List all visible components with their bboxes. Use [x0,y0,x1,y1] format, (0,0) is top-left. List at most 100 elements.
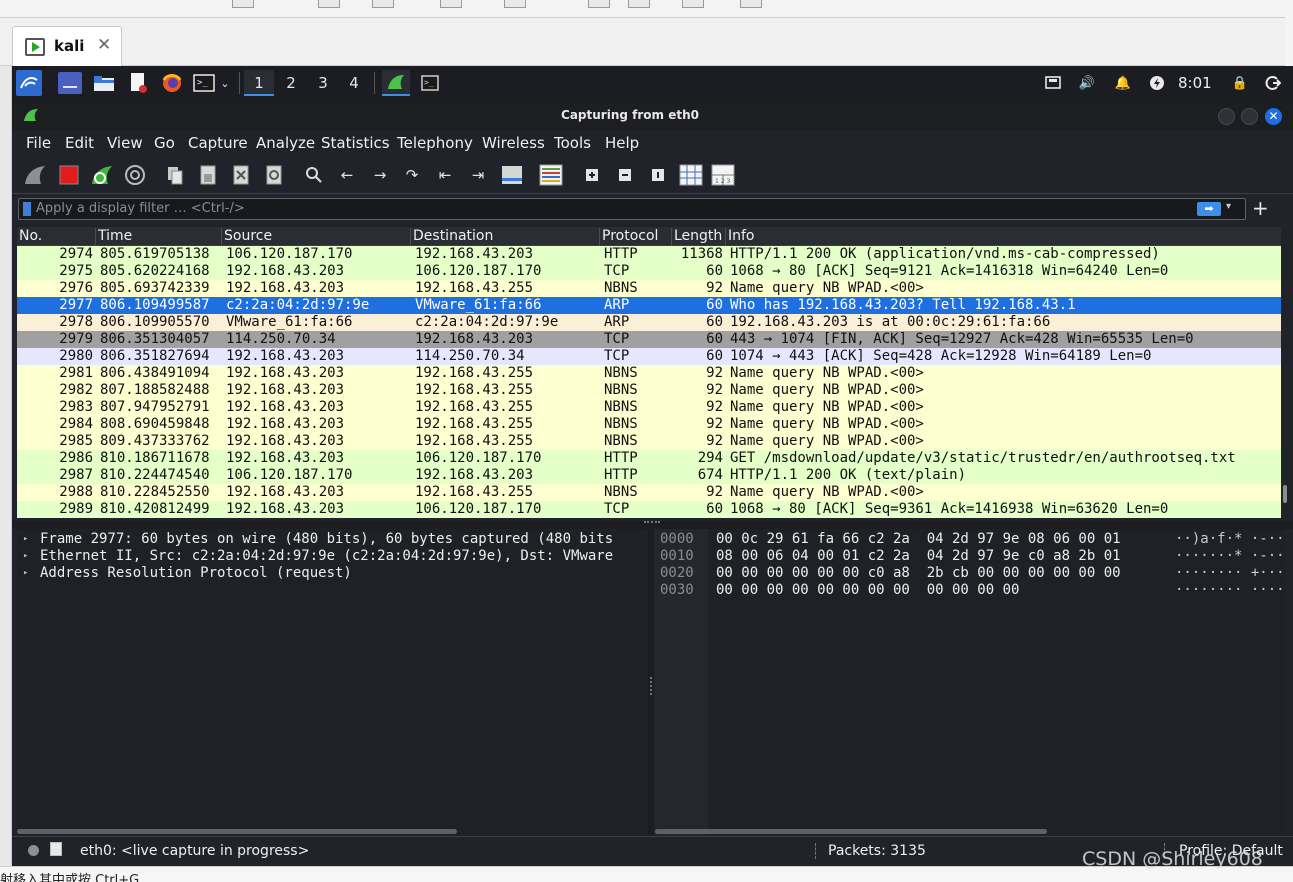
window-titlebar[interactable]: Capturing from eth0 ✕ [12,100,1293,130]
start-capture-icon[interactable] [22,162,48,188]
column-no[interactable]: No. [17,228,42,246]
autoscroll-icon[interactable] [499,162,525,188]
packet-row[interactable]: 2975 805.620224168 192.168.43.203 106.120.1… [17,263,1281,280]
packet-row[interactable]: 2983 807.947952791 192.168.43.203 192.168.4… [17,399,1281,416]
kali-menu-icon[interactable] [16,70,42,96]
packet-row[interactable]: 2980 806.351827694 192.168.43.203 114.250.7… [17,348,1281,365]
chevron-down-icon[interactable]: ⌄ [218,72,232,94]
pane-splitter[interactable] [12,521,1293,529]
add-filter-button[interactable]: + [1252,196,1269,220]
menu-view[interactable]: View [107,134,143,152]
panel-clock[interactable]: 8:01 [1178,74,1212,92]
expand-arrow-icon[interactable]: ▸ [23,531,28,548]
host-tool-icon[interactable] [232,0,254,8]
splitter-grip[interactable] [650,677,652,695]
packet-row[interactable]: 2985 809.437333762 192.168.43.203 192.168.4… [17,433,1281,450]
packet-row[interactable]: 2981 806.438491094 192.168.43.203 192.168.4… [17,365,1281,382]
menu-wireless[interactable]: Wireless [482,134,545,152]
host-tool-icon[interactable] [740,0,762,8]
terminal-icon[interactable]: >_ [192,72,216,94]
close-file-icon[interactable] [228,162,254,188]
host-tool-icon[interactable] [440,0,462,8]
menu-capture[interactable]: Capture [188,134,248,152]
terminal-task-icon[interactable]: >_ [418,72,442,94]
lock-icon[interactable]: 🔒 [1229,72,1251,94]
chevron-down-icon[interactable]: ▾ [1226,201,1231,212]
packet-row[interactable]: 2979 806.351304057 114.250.70.34 192.168.43… [17,331,1281,348]
capture-options-gear-icon[interactable] [122,162,148,188]
host-tool-icon[interactable] [588,0,610,8]
restart-capture-icon[interactable] [89,162,115,188]
menu-analyze[interactable]: Analyze [256,134,315,152]
zoom-out-icon[interactable] [612,162,638,188]
bytes-ascii[interactable]: ·······* ·-····+· [1175,548,1286,565]
host-tool-icon[interactable] [372,0,394,8]
workspace-1[interactable]: 1 [244,70,274,96]
packet-row[interactable]: 2988 810.228452550 192.168.43.203 192.168.4… [17,484,1281,501]
bytes-hex[interactable]: 08 00 06 04 00 01 c2 2a 04 2d 97 9e c0 a… [716,548,1121,565]
display-icon[interactable] [1042,72,1064,94]
normal-size-icon[interactable] [645,162,671,188]
packet-row[interactable]: 2986 810.186711678 192.168.43.203 106.120.1… [17,450,1281,467]
go-to-packet-icon[interactable]: ↷ [399,162,425,188]
menu-statistics[interactable]: Statistics [321,134,390,152]
capture-comment-icon[interactable] [50,842,62,856]
bytes-hex[interactable]: 00 00 00 00 00 00 00 00 00 00 00 00 [716,582,1019,599]
packet-list-scrollbar[interactable] [1283,245,1289,519]
bell-icon[interactable]: 🔔 [1112,72,1134,94]
packet-list[interactable]: No. Time Source Destination Protocol Len… [17,227,1281,519]
zoom-in-icon[interactable] [579,162,605,188]
workspace-3[interactable]: 3 [308,70,338,96]
bytes-hscrollbar[interactable] [655,829,1047,834]
host-tool-icon[interactable] [318,0,340,8]
open-file-icon[interactable] [162,162,188,188]
workspace-2[interactable]: 2 [276,70,306,96]
workspace-4[interactable]: 4 [339,70,369,96]
menu-telephony[interactable]: Telephony [397,134,473,152]
packet-row[interactable]: 2989 810.420812499 192.168.43.203 106.120.1… [17,501,1281,518]
stop-capture-icon[interactable] [56,162,82,188]
go-back-icon[interactable]: ← [334,162,360,188]
wireshark-task-icon[interactable] [382,70,410,96]
packet-row[interactable]: 2978 806.109905570 VMware_61:fa:66 c2:2a:04… [17,314,1281,331]
details-hscrollbar[interactable] [17,829,457,834]
maximize-button[interactable] [1241,108,1258,125]
menu-tools[interactable]: Tools [554,134,591,152]
packet-details-pane[interactable]: ▸ Frame 2977: 60 bytes on wire (480 bits… [17,529,647,835]
folder-icon[interactable] [92,72,116,94]
layout-icon[interactable]: 1 2 3 [710,162,736,188]
bytes-hex[interactable]: 00 0c 29 61 fa 66 c2 2a 04 2d 97 9e 08 0… [716,531,1121,548]
expert-info-led-icon[interactable] [28,845,39,856]
packet-row[interactable]: 2977 806.109499587 c2:2a:04:2d:97:9e VMware… [17,297,1281,314]
bytes-ascii[interactable]: ········ +······· [1175,565,1286,582]
resize-columns-icon[interactable] [678,162,704,188]
apply-filter-arrow-icon[interactable]: ➡ [1197,202,1221,216]
close-button[interactable]: ✕ [1265,108,1282,125]
menu-help[interactable]: Help [605,134,639,152]
reload-file-icon[interactable] [261,162,287,188]
column-destination[interactable]: Destination [410,228,493,246]
packet-row[interactable]: 2982 807.188582488 192.168.43.203 192.168.4… [17,382,1281,399]
vm-tab-kali[interactable]: kali ✕ [12,26,122,66]
volume-icon[interactable]: 🔊 [1076,72,1098,94]
bytes-ascii[interactable]: ··)a·f·* ·-······ [1175,531,1286,548]
bookmark-icon[interactable] [23,202,31,216]
host-tool-icon[interactable] [628,0,650,8]
first-packet-icon[interactable]: ⇤ [432,162,458,188]
packet-row[interactable]: 2974 805.619705138 106.120.187.170 192.168.… [17,246,1281,263]
scrollbar-thumb[interactable] [1283,485,1287,503]
packet-row[interactable]: 2987 810.224474540 106.120.187.170 192.168.… [17,467,1281,484]
firefox-icon[interactable] [160,72,184,94]
column-length[interactable]: Length [671,228,722,246]
column-protocol[interactable]: Protocol [599,228,658,246]
search-icon[interactable] [301,162,327,188]
desktop-icon[interactable] [58,72,82,94]
menu-edit[interactable]: Edit [65,134,94,152]
packet-row[interactable]: 2984 808.690459848 192.168.43.203 192.168.4… [17,416,1281,433]
host-tool-icon[interactable] [504,0,526,8]
minimize-button[interactable] [1218,108,1235,125]
go-forward-icon[interactable]: → [367,162,393,188]
expand-arrow-icon[interactable]: ▸ [23,565,28,582]
menu-go[interactable]: Go [154,134,175,152]
close-icon[interactable]: ✕ [97,35,111,55]
